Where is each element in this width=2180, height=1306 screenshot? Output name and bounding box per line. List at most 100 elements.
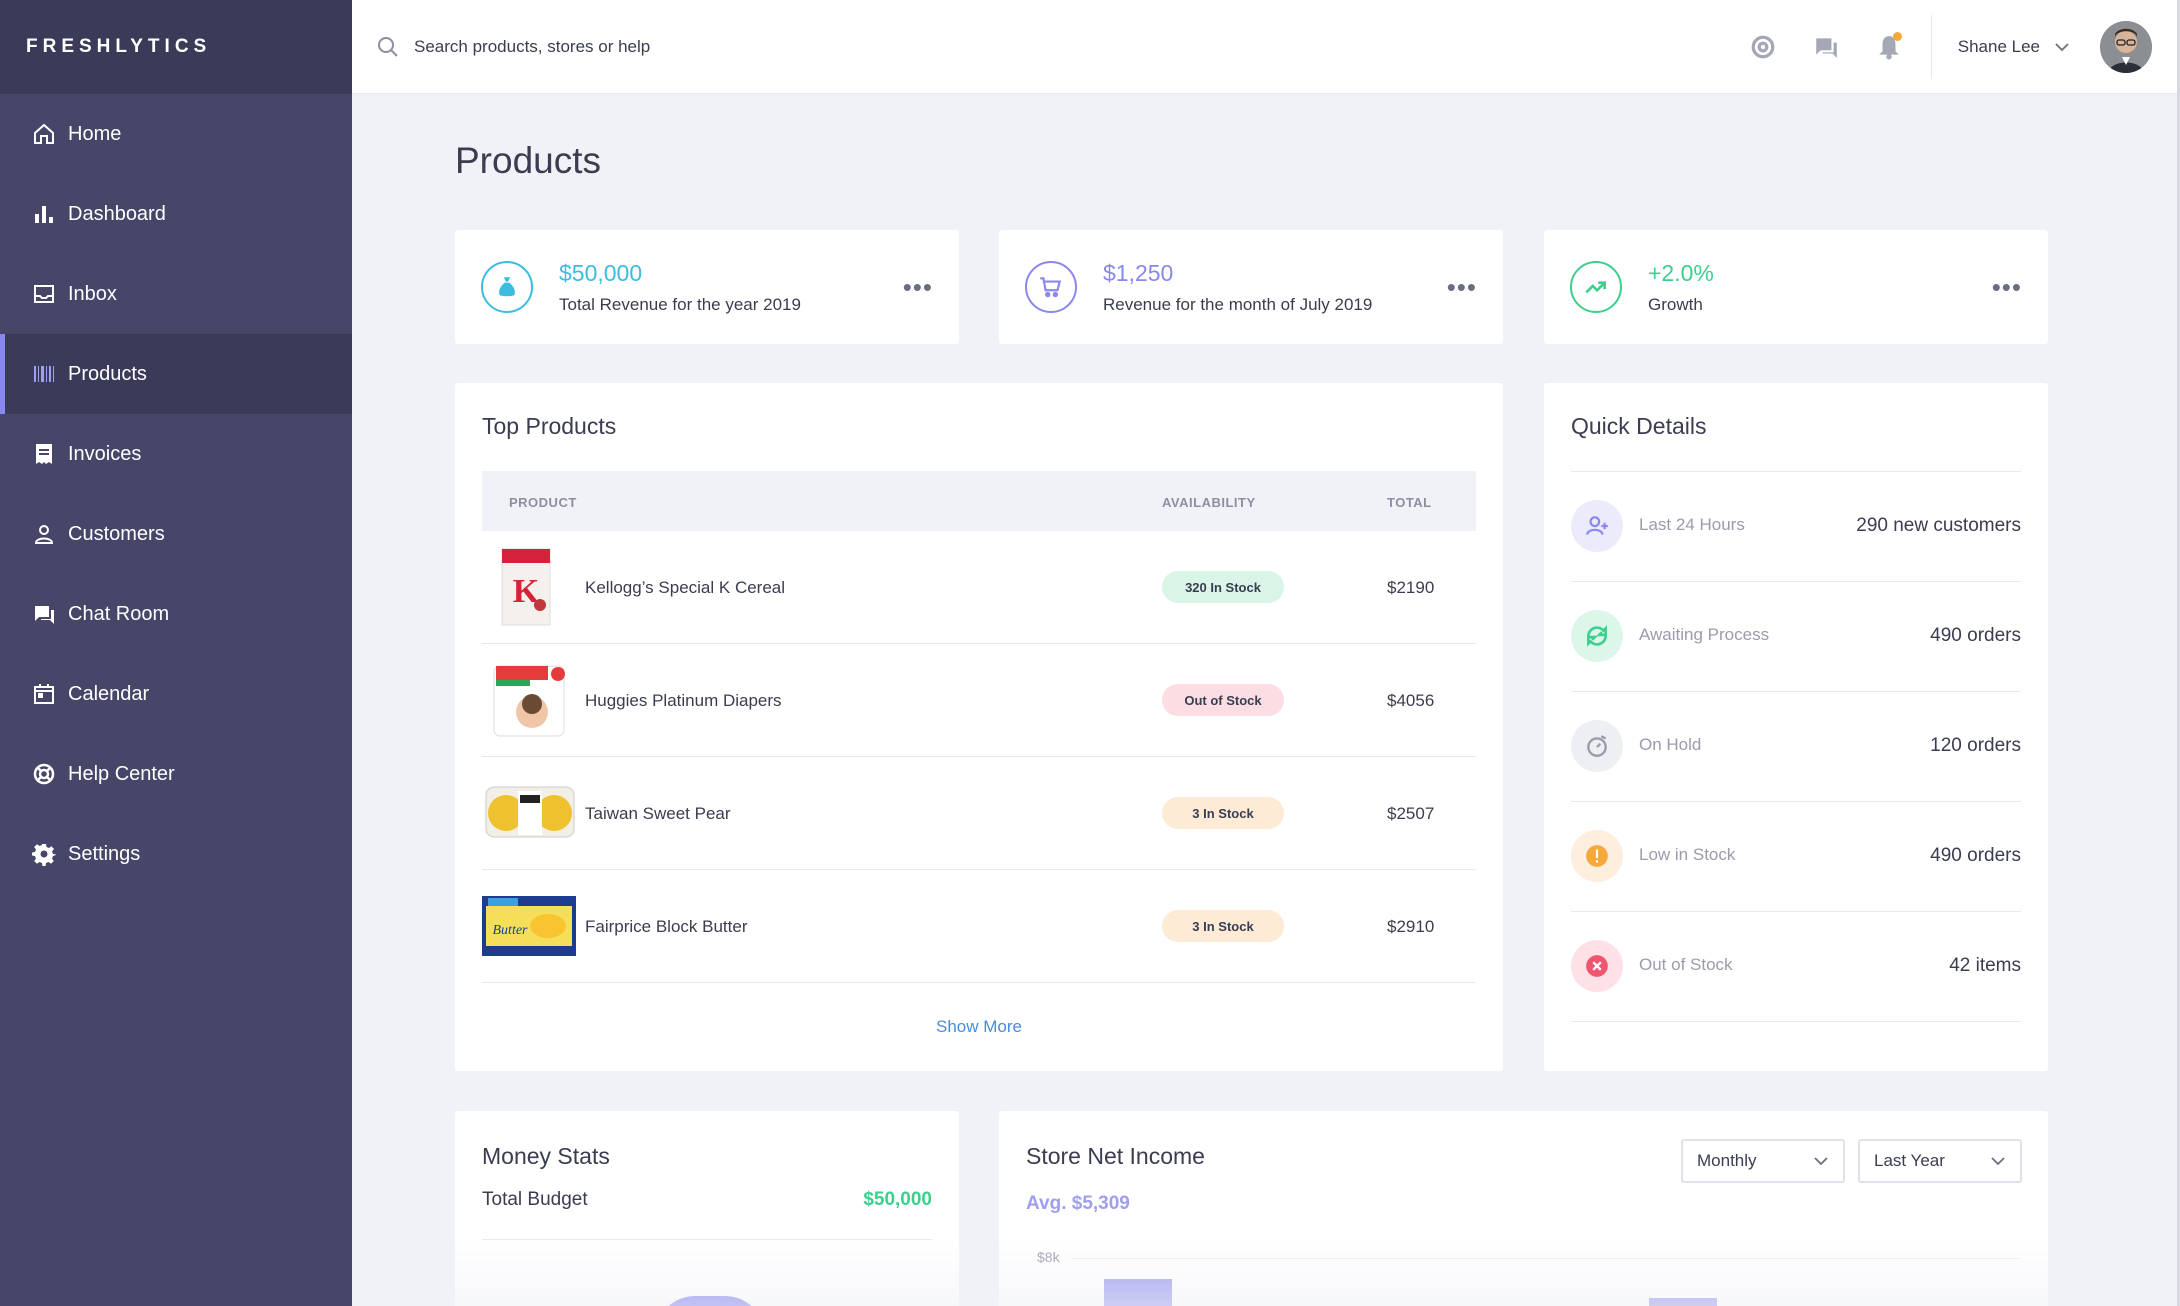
- add-user-icon: [1571, 500, 1623, 552]
- card-title: Money Stats: [482, 1143, 610, 1169]
- money-bag-icon: [481, 261, 533, 313]
- range-select[interactable]: Last Year: [1858, 1139, 2022, 1183]
- stat-card-total-revenue: $50,000 Total Revenue for the year 2019 …: [455, 230, 959, 344]
- store-net-income-card: Store Net Income Avg. $5,309 Monthly Las…: [999, 1111, 2048, 1306]
- detail-value: 290 new customers: [1856, 515, 2021, 536]
- alert-icon: [1571, 830, 1623, 882]
- svg-text:Butter: Butter: [493, 923, 529, 938]
- more-options-button[interactable]: •••: [1992, 274, 2022, 300]
- more-options-button[interactable]: •••: [903, 274, 933, 300]
- sidebar-item-customers[interactable]: Customers: [0, 494, 352, 574]
- refresh-icon: [1571, 610, 1623, 662]
- product-image: Butter: [482, 886, 576, 966]
- divider: [482, 1239, 932, 1240]
- sidebar-item-settings[interactable]: Settings: [0, 814, 352, 894]
- lifebuoy-icon: [1751, 35, 1775, 59]
- table-header: PRODUCT AVAILABILITY TOTAL: [482, 471, 1476, 531]
- detail-label: Out of Stock: [1639, 955, 1733, 974]
- notifications-button[interactable]: [1874, 32, 1904, 62]
- column-header-total[interactable]: TOTAL: [1387, 495, 1432, 510]
- brand-logo[interactable]: FRESHLYTICS: [0, 0, 352, 94]
- list-item: Last 24 Hours 290 new customers: [1571, 471, 2021, 581]
- user-icon: [32, 522, 56, 546]
- sidebar-item-label: Help Center: [68, 762, 175, 785]
- period-select[interactable]: Monthly: [1681, 1139, 1845, 1183]
- table-row[interactable]: Taiwan Sweet Pear 3 In Stock $2507: [482, 757, 1476, 870]
- stat-value: $50,000: [559, 259, 643, 286]
- chevron-down-icon: [1814, 1157, 1828, 1166]
- stat-value: $1,250: [1103, 259, 1174, 286]
- sidebar-item-calendar[interactable]: Calendar: [0, 654, 352, 734]
- stat-label: Revenue for the month of July 2019: [1103, 294, 1373, 314]
- period-select-value: Monthly: [1697, 1151, 1757, 1170]
- stat-label: Growth: [1648, 294, 1703, 314]
- detail-label: Awaiting Process: [1639, 625, 1770, 644]
- sidebar-item-invoices[interactable]: Invoices: [0, 414, 352, 494]
- list-item: On Hold 120 orders: [1571, 691, 2021, 801]
- detail-value: 42 items: [1949, 955, 2021, 976]
- y-axis-tick: $8k: [1037, 1249, 1060, 1265]
- detail-value: 490 orders: [1930, 625, 2021, 646]
- detail-value: 490 orders: [1930, 845, 2021, 866]
- detail-value: 120 orders: [1930, 735, 2021, 756]
- list-item: Awaiting Process 490 orders: [1571, 581, 2021, 691]
- sidebar-item-inbox[interactable]: Inbox: [0, 254, 352, 334]
- divider: [1571, 1021, 2021, 1022]
- sidebar-item-products[interactable]: Products: [0, 334, 352, 414]
- budget-label: Total Budget: [482, 1189, 588, 1210]
- barcode-icon: [32, 362, 56, 386]
- search-input[interactable]: [414, 36, 1014, 57]
- status-badge: 3 In Stock: [1162, 797, 1284, 829]
- quick-details-card: Quick Details Last 24 Hours 290 new cust…: [1544, 383, 2048, 1071]
- lifebuoy-icon: [32, 762, 56, 786]
- sidebar-item-dashboard[interactable]: Dashboard: [0, 174, 352, 254]
- chevron-down-icon: [2055, 43, 2069, 52]
- gear-icon: [32, 842, 56, 866]
- sidebar-item-chat-room[interactable]: Chat Room: [0, 574, 352, 654]
- status-badge: Out of Stock: [1162, 684, 1284, 716]
- sidebar-item-help-center[interactable]: Help Center: [0, 734, 352, 814]
- sidebar-item-label: Products: [68, 362, 147, 385]
- user-menu[interactable]: Shane Lee: [1958, 37, 2070, 57]
- stat-label: Total Revenue for the year 2019: [559, 294, 801, 314]
- receipt-icon: [32, 442, 56, 466]
- help-button[interactable]: [1748, 32, 1778, 62]
- product-name: Taiwan Sweet Pear: [585, 804, 731, 823]
- messages-button[interactable]: [1811, 32, 1841, 62]
- column-header-product[interactable]: PRODUCT: [509, 495, 577, 510]
- user-name: Shane Lee: [1957, 37, 2040, 56]
- sidebar-item-home[interactable]: Home: [0, 94, 352, 174]
- average-value: Avg. $5,309: [1026, 1193, 1130, 1214]
- timer-icon: [1571, 720, 1623, 772]
- card-title: Quick Details: [1571, 413, 1707, 439]
- page-title: Products: [455, 140, 602, 181]
- more-options-button[interactable]: •••: [1447, 274, 1477, 300]
- avatar[interactable]: [2100, 21, 2152, 73]
- sidebar-item-label: Customers: [68, 522, 165, 545]
- chat-icon: [32, 602, 56, 626]
- stat-card-growth: +2.0% Growth •••: [1544, 230, 2048, 344]
- list-item: Out of Stock 42 items: [1571, 911, 2021, 1021]
- sidebar-nav: Home Dashboard Inbox Products Invoices C…: [0, 94, 352, 894]
- show-more-link[interactable]: Show More: [455, 1017, 1503, 1037]
- card-title: Top Products: [482, 413, 617, 439]
- sidebar-item-label: Dashboard: [68, 202, 166, 225]
- chat-icon: [1814, 38, 1837, 58]
- product-total: $4056: [1387, 691, 1435, 710]
- table-row[interactable]: Butter Fairprice Block Butter 3 In Stock…: [482, 870, 1476, 983]
- table-row[interactable]: K Kellogg’s Special K Cereal 320 In Stoc…: [482, 531, 1476, 644]
- product-total: $2190: [1387, 578, 1435, 597]
- column-header-availability[interactable]: AVAILABILITY: [1162, 495, 1256, 510]
- status-badge: 3 In Stock: [1162, 910, 1284, 942]
- range-select-value: Last Year: [1874, 1151, 1945, 1170]
- product-image: [482, 773, 576, 853]
- product-name: Fairprice Block Butter: [585, 917, 748, 936]
- sidebar: FRESHLYTICS Home Dashboard Inbox Product…: [0, 0, 352, 1306]
- sidebar-item-label: Invoices: [68, 442, 142, 465]
- inbox-icon: [32, 282, 56, 306]
- sidebar-item-label: Settings: [68, 842, 141, 865]
- chart-bar: [1104, 1279, 1172, 1306]
- table-row[interactable]: Huggies Platinum Diapers Out of Stock $4…: [482, 644, 1476, 757]
- top-bar: Shane Lee: [352, 0, 2180, 94]
- sidebar-item-label: Inbox: [68, 282, 117, 305]
